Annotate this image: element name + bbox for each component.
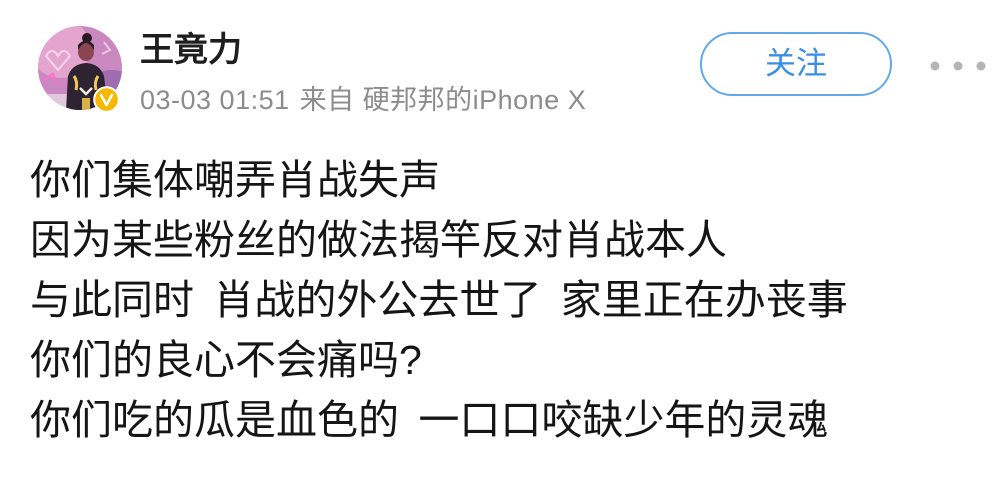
weibo-post: 王竟力 03-03 01:51 来自 硬邦邦的iPhone X 关注 你们集体嘲弄…	[0, 0, 1000, 498]
post-timestamp: 03-03 01:51	[140, 85, 290, 115]
follow-button[interactable]: 关注	[700, 32, 892, 96]
more-dot	[930, 61, 940, 71]
more-dot	[953, 61, 963, 71]
post-meta: 03-03 01:51 来自 硬邦邦的iPhone X	[140, 84, 586, 116]
post-body-line: 你们集体嘲弄肖战失声	[30, 157, 440, 203]
verified-badge-icon	[93, 86, 120, 113]
post-body-line: 因为某些粉丝的做法揭竿反对肖战本人	[30, 217, 727, 263]
post-body-line: 你们的良心不会痛吗?	[30, 337, 422, 383]
more-dots-icon[interactable]	[928, 59, 988, 73]
post-body-line: 你们吃的瓜是血色的 一口口咬缺少年的灵魂	[30, 397, 829, 443]
post-body: 你们集体嘲弄肖战失声 因为某些粉丝的做法揭竿反对肖战本人 与此同时 肖战的外公去…	[30, 150, 990, 450]
more-dot	[976, 61, 986, 71]
post-body-line: 与此同时 肖战的外公去世了 家里正在办丧事	[30, 277, 848, 323]
author-name[interactable]: 王竟力	[140, 30, 242, 70]
post-source: 来自 硬邦邦的iPhone X	[299, 85, 587, 115]
